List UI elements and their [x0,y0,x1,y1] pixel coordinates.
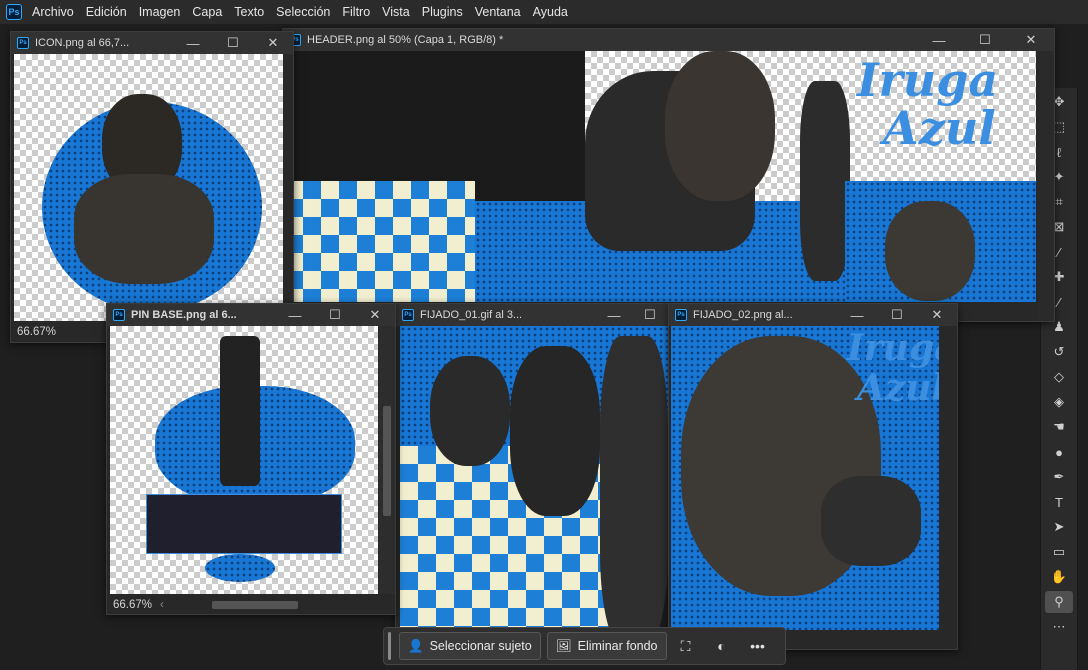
pin-base-vertical-scrollbar[interactable] [379,326,395,594]
select-subject-icon: 👤 [408,638,424,653]
icon-canvas[interactable] [14,54,283,321]
photoshop-logo-icon: Ps [6,4,22,20]
paint-bucket-tool-icon[interactable]: ◈ [1045,391,1073,413]
icon-document-window[interactable]: Ps ICON.png al 66,7... — ☐ ✕ 66.67% [10,31,294,343]
header-vampire-face [665,51,775,201]
fijado-01-window-titlebar[interactable]: Ps FIJADO_01.gif al 3... — ☐ [396,304,668,326]
history-brush-tool-icon[interactable]: ↺ [1045,341,1073,363]
fijado-02-window-title: FIJADO_02.png al... [693,309,793,321]
hand-tool-icon[interactable]: ✋ [1045,566,1073,588]
pin-base-document-window[interactable]: Ps PIN BASE.png al 6... — ☐ ✕ 66.67% ‹ [106,303,396,615]
header-title-text-line1: Iruga [857,53,999,107]
dodge-tool-icon[interactable]: ● [1045,441,1073,463]
fijado-02-title-text-line1: Iruga [847,327,939,369]
maximize-icon[interactable]: ☐ [877,307,917,323]
fijado-01-canvas[interactable] [400,326,668,644]
scroll-left-icon[interactable]: ‹ [160,599,164,611]
menu-filtro[interactable]: Filtro [342,5,370,19]
eraser-tool-icon[interactable]: ◇ [1045,366,1073,388]
pin-base-window-titlebar[interactable]: Ps PIN BASE.png al 6... — ☐ ✕ [107,304,395,326]
type-tool-icon[interactable]: T [1045,491,1073,513]
menu-texto[interactable]: Texto [234,5,264,19]
menu-imagen[interactable]: Imagen [139,5,181,19]
header-window-title: HEADER.png al 50% (Capa 1, RGB/8) * [307,34,504,46]
fijado-02-butterfly [821,476,921,566]
select-subject-label: Seleccionar sujeto [429,639,532,653]
ps-document-icon: Ps [675,309,687,321]
menu-plugins[interactable]: Plugins [422,5,463,19]
rectangle-tool-icon[interactable]: ▭ [1045,541,1073,563]
close-icon[interactable]: ✕ [253,35,293,51]
ps-document-icon: Ps [113,309,125,321]
header-standing-figure [800,81,850,281]
icon-window-titlebar[interactable]: Ps ICON.png al 66,7... — ☐ ✕ [11,32,293,54]
header-argyle-pattern [285,181,475,302]
adjustment-icon[interactable]: ◐ [709,638,735,654]
more-tools-icon[interactable]: ⋯ [1045,616,1073,638]
fijado-02-title-text-line2: Azul [857,367,939,409]
more-options-icon[interactable]: ••• [745,638,771,654]
maximize-icon[interactable]: ☐ [962,32,1008,48]
pin-base-horizontal-scroll-thumb[interactable] [211,601,298,609]
minimize-icon[interactable]: — [837,308,877,323]
icon-window-title: ICON.png al 66,7... [35,37,130,49]
smudge-tool-icon[interactable]: ☚ [1045,416,1073,438]
ps-document-icon: Ps [402,309,414,321]
pin-base-hookah-base [205,554,275,582]
fijado-01-window-title: FIJADO_01.gif al 3... [420,309,523,321]
ps-document-icon: Ps [17,37,29,49]
minimize-icon[interactable]: — [596,308,632,323]
pin-base-canvas[interactable] [110,326,378,594]
fijado-01-document-window[interactable]: Ps FIJADO_01.gif al 3... — ☐ [395,303,669,645]
pen-tool-icon[interactable]: ✒ [1045,466,1073,488]
pin-base-window-title: PIN BASE.png al 6... [131,309,237,321]
header-window-titlebar[interactable]: Ps HEADER.png al 50% (Capa 1, RGB/8) * —… [283,29,1054,51]
remove-background-icon: 🖼 [555,638,572,653]
fijado-01-girl-face [430,356,510,466]
pin-base-statusbar: 66.67% ‹ [107,596,395,614]
menu-capa[interactable]: Capa [192,5,222,19]
remove-background-label: Eliminar fondo [577,639,658,653]
pin-base-hookah [220,336,260,486]
close-icon[interactable]: ✕ [917,307,957,323]
header-canvas[interactable]: Iruga Azul [285,51,1036,302]
transform-icon[interactable]: ⛶ [673,638,699,655]
menu-ventana[interactable]: Ventana [475,5,521,19]
remove-background-button[interactable]: 🖼 Eliminar fondo [546,632,667,660]
zoom-level: 66.67% [113,599,153,611]
maximize-icon[interactable]: ☐ [213,35,253,51]
menu-edicion[interactable]: Edición [86,5,127,19]
fijado-01-standing-figure [600,336,668,644]
path-selection-tool-icon[interactable]: ➤ [1045,516,1073,538]
pin-base-scroll-thumb[interactable] [383,406,391,516]
maximize-icon[interactable]: ☐ [315,307,355,323]
fijado-02-document-window[interactable]: Ps FIJADO_02.png al... — ☐ ✕ Iruga Azul [668,303,958,650]
zoom-tool-icon[interactable]: ⚲ [1045,591,1073,613]
header-scrollbar[interactable] [1038,51,1054,321]
icon-body [74,174,214,284]
minimize-icon[interactable]: — [916,33,962,48]
drag-handle-icon[interactable] [388,632,391,660]
zoom-level: 66.67% [17,326,57,338]
select-subject-button[interactable]: 👤 Seleccionar sujeto [399,632,541,660]
fijado-02-canvas[interactable]: Iruga Azul [671,326,939,630]
menu-seleccion[interactable]: Selección [276,5,330,19]
fijado-02-window-titlebar[interactable]: Ps FIJADO_02.png al... — ☐ ✕ [669,304,957,326]
header-smiling-face [885,201,975,301]
fijado-01-creature [510,346,600,516]
menu-ayuda[interactable]: Ayuda [533,5,568,19]
close-icon[interactable]: ✕ [1008,32,1054,48]
menu-bar: Ps Archivo Edición Imagen Capa Texto Sel… [0,0,1088,24]
minimize-icon[interactable]: — [173,36,213,51]
minimize-icon[interactable]: — [275,308,315,323]
maximize-icon[interactable]: ☐ [632,307,668,323]
close-icon[interactable]: ✕ [355,307,395,323]
pin-base-eye-strip [146,494,342,554]
menu-vista[interactable]: Vista [382,5,410,19]
header-document-window[interactable]: Ps HEADER.png al 50% (Capa 1, RGB/8) * —… [282,28,1055,322]
header-title-text-line2: Azul [883,101,996,155]
contextual-task-bar: 👤 Seleccionar sujeto 🖼 Eliminar fondo ⛶ … [383,627,786,665]
menu-archivo[interactable]: Archivo [32,5,74,19]
